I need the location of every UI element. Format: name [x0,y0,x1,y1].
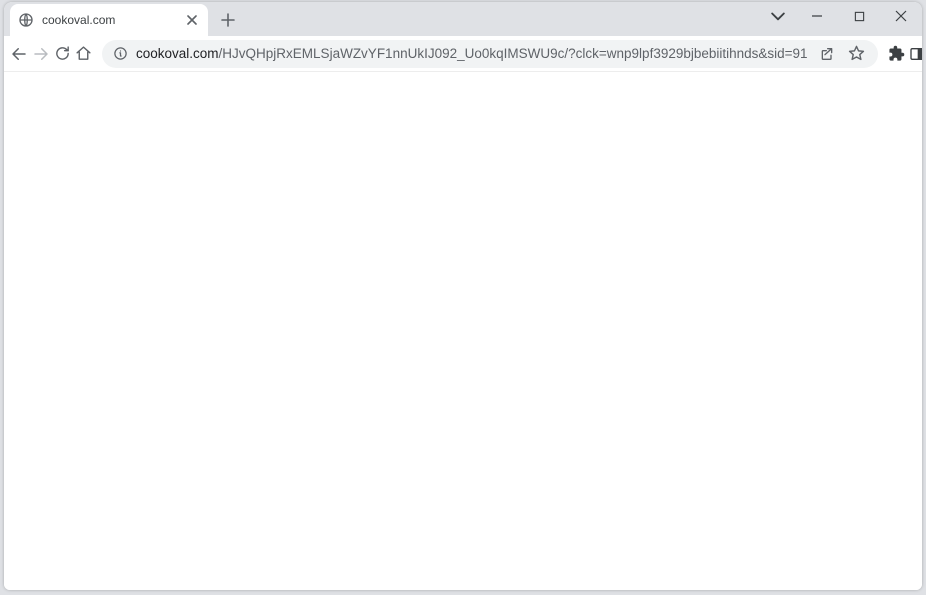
back-button[interactable] [10,40,28,68]
window-close-button[interactable] [880,2,922,30]
extensions-icon[interactable] [888,40,905,68]
tab-active[interactable]: cookoval.com [10,4,208,36]
home-button[interactable] [75,40,92,68]
share-icon[interactable] [816,43,838,65]
bookmark-icon[interactable] [846,43,868,65]
browser-window: cookoval.com [4,2,922,590]
new-tab-button[interactable] [214,6,242,34]
maximize-button[interactable] [838,2,880,30]
close-tab-icon[interactable] [184,12,200,28]
reload-button[interactable] [54,40,71,68]
minimize-button[interactable] [796,2,838,30]
url-domain: cookoval.com [136,46,219,61]
toolbar: cookoval.com/HJvQHpjRxEMLSjaWZvYF1nnUkIJ… [4,36,922,72]
forward-button [32,40,50,68]
url-path: /HJvQHpjRxEMLSjaWZvYF1nnUkIJ092_Uo0kqIMS… [219,46,808,61]
search-tabs-button[interactable] [764,6,792,28]
tab-title: cookoval.com [42,13,176,27]
site-info-icon[interactable] [112,46,128,62]
page-content [4,72,922,590]
tab-strip: cookoval.com [4,2,922,36]
window-controls [796,2,922,30]
url-text[interactable]: cookoval.com/HJvQHpjRxEMLSjaWZvYF1nnUkIJ… [136,46,808,61]
side-panel-icon[interactable] [909,40,922,68]
globe-icon [18,12,34,28]
address-bar[interactable]: cookoval.com/HJvQHpjRxEMLSjaWZvYF1nnUkIJ… [102,40,878,68]
